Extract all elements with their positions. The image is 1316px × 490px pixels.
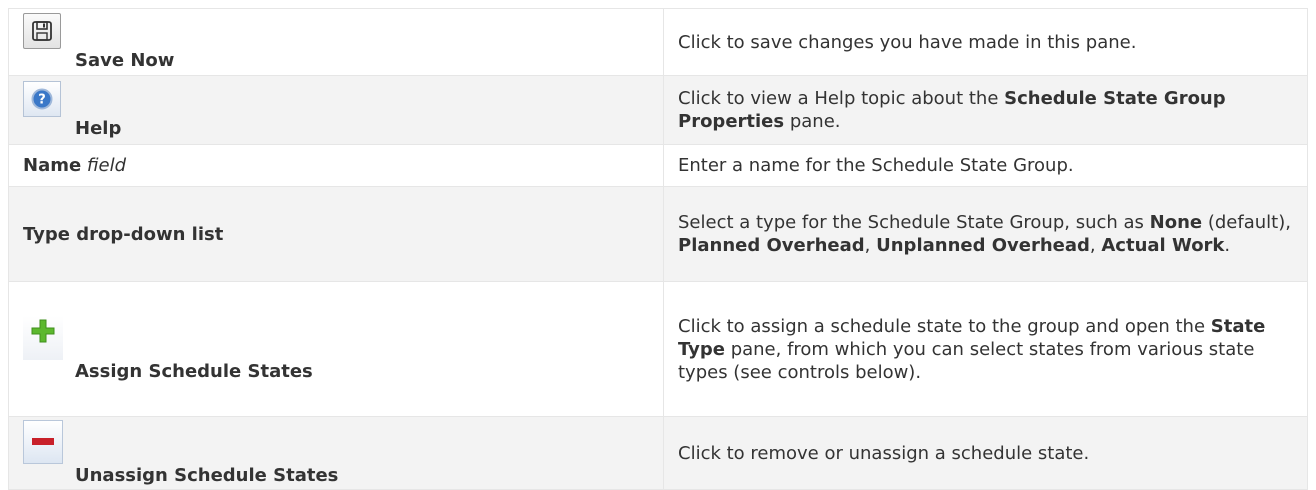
controls-table: Save Now Click to save changes you have …	[8, 8, 1308, 490]
control-cell: Type drop-down list	[8, 186, 664, 282]
control-cell: Unassign Schedule States	[8, 416, 664, 490]
name-description: Enter a name for the Schedule State Grou…	[678, 155, 1074, 176]
svg-text:?: ?	[38, 92, 46, 107]
type-description: Select a type for the Schedule State Gro…	[678, 211, 1293, 257]
description-cell: Click to assign a schedule state to the …	[663, 281, 1308, 417]
description-cell: Click to remove or unassign a schedule s…	[663, 416, 1308, 490]
control-cell: Assign Schedule States	[8, 281, 664, 417]
assign-description: Click to assign a schedule state to the …	[678, 315, 1293, 384]
description-cell: Enter a name for the Schedule State Grou…	[663, 144, 1308, 187]
table-row: Type drop-down list Select a type for th…	[8, 186, 1308, 282]
control-cell: ? Help	[8, 75, 664, 145]
type-desc-part: ,	[864, 235, 877, 256]
type-desc-part: ,	[1089, 235, 1102, 256]
table-row: Assign Schedule States Click to assign a…	[8, 281, 1308, 417]
name-label: Name	[23, 155, 82, 176]
save-now-description: Click to save changes you have made in t…	[678, 31, 1137, 53]
assign-desc-part: Click to assign a schedule state to the …	[678, 315, 1211, 337]
help-label: Help	[75, 117, 122, 139]
help-description: Click to view a Help topic about the Sch…	[678, 87, 1293, 133]
control-cell: Name field	[8, 144, 664, 187]
help-desc-part: pane.	[784, 111, 841, 132]
unassign-description: Click to remove or unassign a schedule s…	[678, 442, 1090, 464]
unassign-schedule-states-label: Unassign Schedule States	[75, 464, 339, 486]
assign-desc-part: pane, from which you can select states f…	[678, 338, 1255, 383]
type-desc-part: .	[1224, 235, 1231, 256]
table-row: Save Now Click to save changes you have …	[8, 8, 1308, 76]
control-cell: Save Now	[8, 8, 664, 76]
save-icon[interactable]	[23, 12, 61, 49]
type-desc-bold: Planned Overhead	[678, 235, 865, 256]
type-desc-part: (default),	[1202, 212, 1291, 233]
minus-icon[interactable]	[23, 419, 63, 464]
type-desc-bold: Actual Work	[1101, 235, 1225, 256]
description-cell: Click to save changes you have made in t…	[663, 8, 1308, 76]
plus-icon[interactable]	[23, 315, 63, 360]
assign-schedule-states-label: Assign Schedule States	[75, 360, 313, 382]
type-desc-part: Select a type for the Schedule State Gro…	[678, 212, 1150, 233]
help-icon[interactable]: ?	[23, 80, 61, 117]
type-desc-bold: Unplanned Overhead	[876, 235, 1090, 256]
name-label-suffix: field	[86, 155, 127, 176]
table-row: ? Help Click to view a Help topic about …	[8, 75, 1308, 145]
save-now-label: Save Now	[75, 49, 175, 71]
help-desc-part: Click to view a Help topic about the	[678, 88, 1005, 109]
type-desc-bold: None	[1149, 212, 1203, 233]
description-cell: Select a type for the Schedule State Gro…	[663, 186, 1308, 282]
table-row: Name field Enter a name for the Schedule…	[8, 144, 1308, 187]
table-row: Unassign Schedule States Click to remove…	[8, 416, 1308, 490]
type-dropdown-label: Type drop-down list	[23, 223, 224, 245]
description-cell: Click to view a Help topic about the Sch…	[663, 75, 1308, 145]
